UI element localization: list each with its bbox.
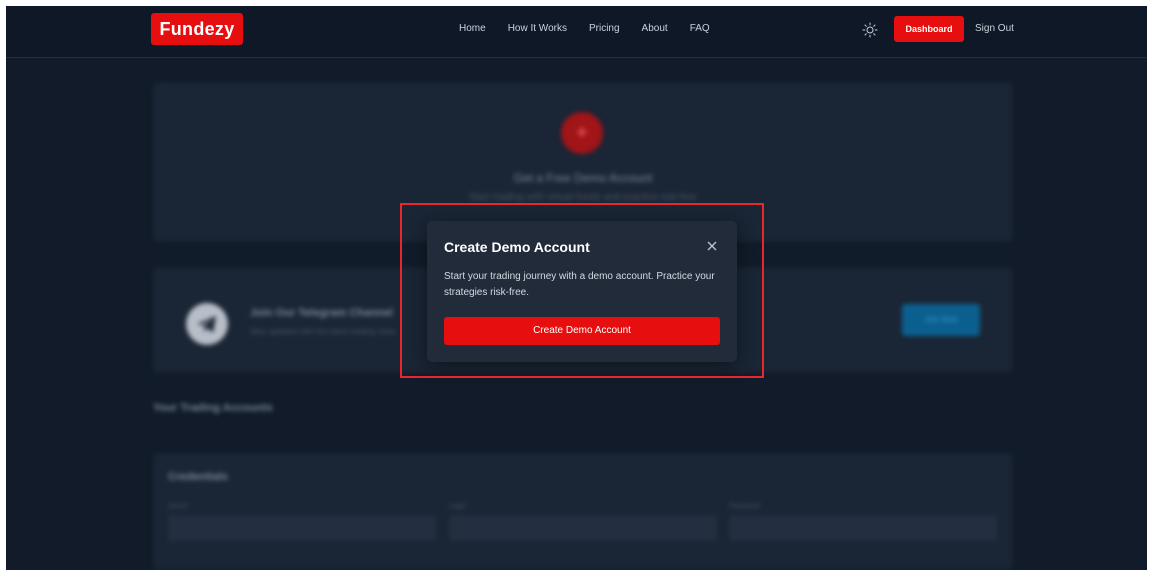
telegram-subtitle: Stay updated with the latest trading new… [250, 327, 396, 336]
demo-card-subtitle: Start trading with virtual funds and pra… [469, 192, 697, 203]
main-nav: Home How It Works Pricing About FAQ [459, 23, 710, 34]
nav-home[interactable]: Home [459, 23, 486, 34]
nav-about[interactable]: About [642, 23, 668, 34]
login-label: Login [449, 503, 467, 510]
sun-icon[interactable] [862, 22, 878, 38]
nav-how-it-works[interactable]: How It Works [508, 23, 567, 34]
logo[interactable]: Fundezy [151, 13, 243, 45]
server-label: Server [168, 503, 189, 510]
demo-card-title: Get a Free Demo Account [513, 171, 653, 185]
nav-pricing[interactable]: Pricing [589, 23, 620, 34]
nav-faq[interactable]: FAQ [690, 23, 710, 34]
highlight-box [400, 203, 764, 378]
login-field[interactable] [449, 515, 717, 541]
app-window: + Get a Free Demo Account Start trading … [6, 6, 1147, 570]
sign-out-link[interactable]: Sign Out [975, 23, 1014, 34]
credentials-card: Credentials Server Login Password [153, 453, 1013, 570]
dashboard-button[interactable]: Dashboard [894, 16, 964, 42]
trading-accounts-heading: Your Trading Accounts [153, 402, 273, 414]
plus-icon: + [561, 112, 603, 154]
password-label: Password [729, 503, 760, 510]
server-field[interactable] [168, 515, 436, 541]
credentials-title: Credentials [168, 471, 228, 483]
telegram-title: Join Our Telegram Channel [250, 307, 393, 319]
top-navbar: Fundezy Home How It Works Pricing About … [6, 6, 1147, 58]
join-telegram-button[interactable]: Join Now [902, 304, 980, 336]
telegram-icon [186, 303, 228, 345]
password-field[interactable] [729, 515, 997, 541]
